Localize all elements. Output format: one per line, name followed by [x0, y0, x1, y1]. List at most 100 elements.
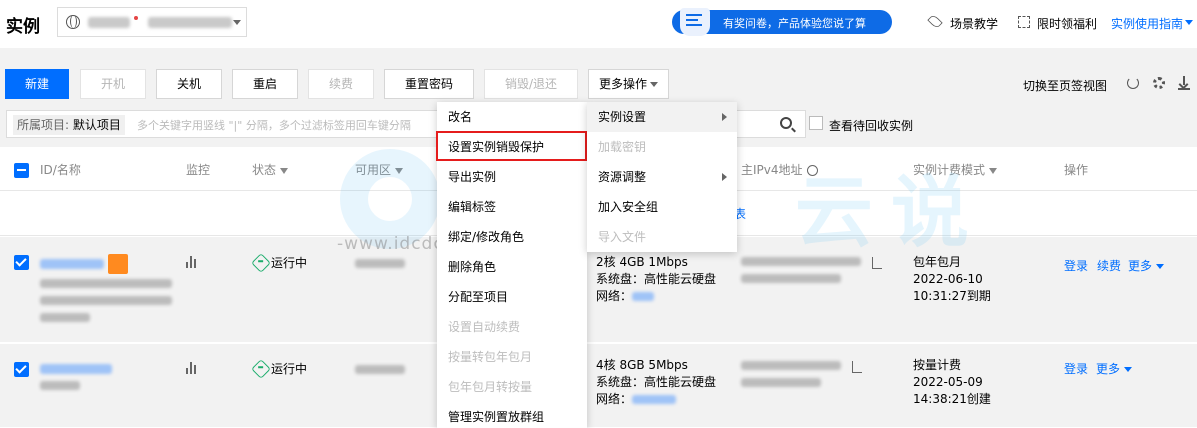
submenu-item-security-group[interactable]: 加入安全组 [587, 192, 737, 222]
menu-item-to-monthly[interactable]: 按量转包年包月 [437, 342, 587, 372]
submenu-item-label: 资源调整 [598, 170, 647, 184]
eye-icon [927, 13, 943, 30]
running-status-icon [251, 253, 271, 273]
login-link[interactable]: 登录 [1064, 258, 1088, 275]
guide-link[interactable]: 实例使用指南 [1111, 15, 1183, 32]
reset-password-button[interactable]: 重置密码 [384, 69, 474, 99]
new-button[interactable]: 新建 [5, 69, 69, 99]
menu-item-placement-group[interactable]: 管理实例置放群组 [437, 402, 587, 428]
menu-item-delete-role[interactable]: 删除角色 [437, 252, 587, 282]
project-filter-key: 所属项目: [17, 118, 70, 132]
menu-item-to-pay-as-you-go[interactable]: 包年包月转按量 [437, 372, 587, 402]
renew-link[interactable]: 续费 [1097, 258, 1121, 275]
alert-badge [108, 254, 128, 274]
shutdown-button[interactable]: 关机 [156, 69, 222, 99]
more-link-label: 更多 [1128, 259, 1153, 273]
submenu-item-load-key[interactable]: 加载密钥 [587, 132, 737, 162]
region-alert-dot [134, 16, 138, 20]
more-actions-submenu: 实例设置 加载密钥 资源调整 加入安全组 导入文件 [587, 102, 737, 252]
private-ip-redacted [741, 274, 841, 283]
public-ip-redacted [741, 361, 841, 370]
highlight-annotation [436, 131, 587, 161]
chevron-right-icon [722, 173, 727, 181]
config-network-label: 网络： [596, 289, 633, 303]
filter-icon [989, 167, 998, 174]
chevron-right-icon [722, 113, 727, 121]
more-actions-button[interactable]: 更多操作 [588, 69, 669, 99]
globe-icon [66, 15, 80, 29]
instance-name-redacted [40, 296, 172, 305]
survey-banner[interactable]: 有奖问卷，产品体验您说了算 [672, 8, 892, 36]
restart-button[interactable]: 重启 [232, 69, 298, 99]
gear-icon[interactable] [1153, 77, 1165, 89]
chevron-down-icon [650, 82, 658, 87]
zone-redacted [355, 365, 405, 374]
billing-date: 2022-06-10 [913, 272, 983, 286]
more-link[interactable]: 更多 [1128, 258, 1165, 275]
filter-icon [280, 167, 289, 174]
status-text: 运行中 [271, 256, 308, 270]
project-filter-tag[interactable]: 所属项目: 默认项目 [13, 115, 125, 135]
table-row[interactable]: 运行中 4核 8GB 5Mbps 系统盘：高性能云硬盘 网络： 按量计费 202… [0, 344, 1197, 428]
page-title: 实例 [6, 17, 40, 37]
menu-item-rename[interactable]: 改名 [437, 102, 587, 132]
switch-view-link[interactable]: 切换至页签视图 [1023, 77, 1107, 94]
login-link[interactable]: 登录 [1064, 361, 1088, 378]
instance-name-redacted [40, 279, 172, 288]
recycle-label: 查看待回收实例 [829, 119, 914, 133]
survey-text: 有奖问卷，产品体验您说了算 [723, 17, 866, 30]
submenu-item-resource-adjust[interactable]: 资源调整 [587, 162, 737, 192]
renew-button[interactable]: 续费 [308, 69, 374, 99]
config-disk: 系统盘：高性能云硬盘 [596, 375, 717, 389]
monitor-icon[interactable] [186, 256, 200, 268]
refresh-icon[interactable] [1127, 77, 1139, 89]
select-all-checkbox[interactable] [14, 163, 29, 178]
instance-id-redacted[interactable] [40, 259, 104, 269]
copy-icon[interactable] [852, 361, 862, 373]
header-actions: 操作 [1064, 163, 1089, 177]
submenu-item-instance-settings[interactable]: 实例设置 [587, 102, 737, 132]
monitor-icon[interactable] [186, 362, 200, 374]
menu-item-bind-role[interactable]: 绑定/修改角色 [437, 222, 587, 252]
network-name-redacted[interactable] [632, 395, 676, 404]
billing-date: 2022-05-09 [913, 375, 983, 389]
billing-time: 10:31:27到期 [913, 289, 991, 303]
running-status-icon [251, 359, 271, 379]
header-monitor: 监控 [186, 163, 211, 177]
chevron-down-icon [1185, 20, 1193, 25]
tutorial-link[interactable]: 场景教学 [950, 15, 998, 32]
chevron-down-icon [233, 20, 241, 25]
download-icon[interactable] [1178, 76, 1190, 90]
project-name-redacted [148, 17, 232, 28]
chevron-down-icon [1156, 264, 1165, 269]
search-icon[interactable] [780, 117, 792, 129]
menu-item-edit-tags[interactable]: 编辑标签 [437, 192, 587, 222]
network-name-redacted[interactable] [632, 292, 654, 301]
instance-name-redacted [40, 381, 80, 390]
menu-item-auto-renew[interactable]: 设置自动续费 [437, 312, 587, 342]
survey-icon [680, 8, 710, 36]
billing-time: 14:38:21创建 [913, 392, 991, 406]
header-id-name: ID/名称 [40, 163, 81, 177]
page-header: 实例 有奖问卷，产品体验您说了算 场景教学 限时领福利 实例使用指南 [0, 0, 1197, 48]
start-button[interactable]: 开机 [80, 69, 146, 99]
more-actions-label: 更多操作 [599, 77, 648, 91]
more-link[interactable]: 更多 [1096, 361, 1133, 378]
menu-item-export[interactable]: 导出实例 [437, 162, 587, 192]
menu-item-assign-project[interactable]: 分配至项目 [437, 282, 587, 312]
instance-id-redacted[interactable] [40, 364, 112, 374]
submenu-item-import-file[interactable]: 导入文件 [587, 222, 737, 252]
welfare-link[interactable]: 限时领福利 [1037, 15, 1097, 32]
config-disk: 系统盘：高性能云硬盘 [596, 272, 717, 286]
row-checkbox[interactable] [14, 255, 29, 270]
search-placeholder: 多个关键字用竖线 "|" 分隔，多个过滤标签用回车键分隔 [137, 119, 411, 132]
config-spec: 4核 8GB 5Mbps [596, 358, 688, 372]
region-select[interactable] [57, 7, 247, 37]
row-checkbox[interactable] [14, 362, 29, 377]
destroy-button[interactable]: 销毁/退还 [484, 69, 578, 99]
chevron-down-icon [1124, 367, 1133, 372]
more-link-label: 更多 [1096, 362, 1121, 376]
recycle-checkbox[interactable] [809, 116, 823, 130]
instance-name-redacted [40, 313, 90, 322]
header-status[interactable]: 状态 [252, 161, 289, 178]
